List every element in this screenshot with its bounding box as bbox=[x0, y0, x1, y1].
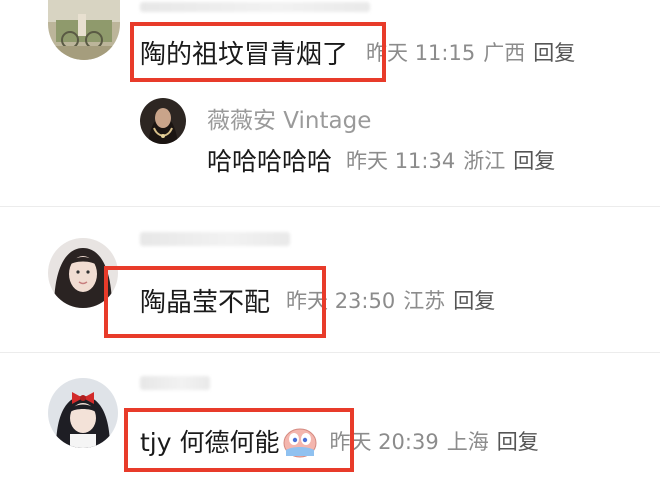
peeking-face-icon bbox=[282, 424, 318, 458]
comment-2-reply-button[interactable]: 回复 bbox=[453, 285, 495, 315]
avatar-commenter-2[interactable] bbox=[48, 238, 118, 308]
avatar-commenter-3[interactable] bbox=[48, 378, 118, 448]
comment-1-location: 广西 bbox=[483, 41, 526, 65]
reply-1-time: 昨天 11:34 bbox=[346, 149, 456, 173]
reply-1-location: 浙江 bbox=[463, 149, 506, 173]
commenter-3-name-blurred bbox=[140, 376, 210, 390]
comment-thread: 陶的祖坟冒青烟了 昨天 11:15 广西 回复 薇薇安 Vintage 哈哈哈哈… bbox=[0, 0, 660, 477]
replier-name[interactable]: 薇薇安 Vintage bbox=[207, 101, 371, 135]
comment-3-text: tjy 何德何能 bbox=[140, 428, 280, 457]
comment-2-text: 陶晶莹不配 bbox=[140, 287, 271, 318]
comment-2-location: 江苏 bbox=[403, 289, 446, 313]
divider-1 bbox=[0, 206, 660, 207]
comment-3-reply-button[interactable]: 回复 bbox=[497, 426, 539, 456]
commenter-1-name-blurred bbox=[140, 2, 370, 12]
comment-3-time: 昨天 20:39 bbox=[329, 430, 439, 454]
commenter-2-name-blurred bbox=[140, 232, 290, 246]
avatar-replier[interactable] bbox=[140, 98, 186, 144]
reply-1-text: 哈哈哈哈哈 bbox=[207, 147, 333, 176]
comment-3: tjy 何德何能 昨天 20:39 上海 回复 bbox=[140, 423, 539, 459]
comment-1: 陶的祖坟冒青烟了 昨天 11:15 广西 回复 bbox=[140, 34, 575, 70]
comment-1-text: 陶的祖坟冒青烟了 bbox=[140, 39, 349, 70]
reply-1-reply-button[interactable]: 回复 bbox=[513, 145, 555, 175]
divider-2 bbox=[0, 352, 660, 353]
comment-1-reply-button[interactable]: 回复 bbox=[533, 37, 575, 67]
comment-2: 陶晶莹不配 昨天 23:50 江苏 回复 bbox=[140, 282, 495, 318]
comment-1-time: 昨天 11:15 bbox=[366, 41, 476, 65]
comment-2-time: 昨天 23:50 bbox=[286, 289, 396, 313]
reply-1: 哈哈哈哈哈 昨天 11:34 浙江 回复 bbox=[207, 142, 555, 178]
comment-3-location: 上海 bbox=[446, 430, 489, 454]
avatar-commenter-1[interactable] bbox=[48, 0, 120, 60]
